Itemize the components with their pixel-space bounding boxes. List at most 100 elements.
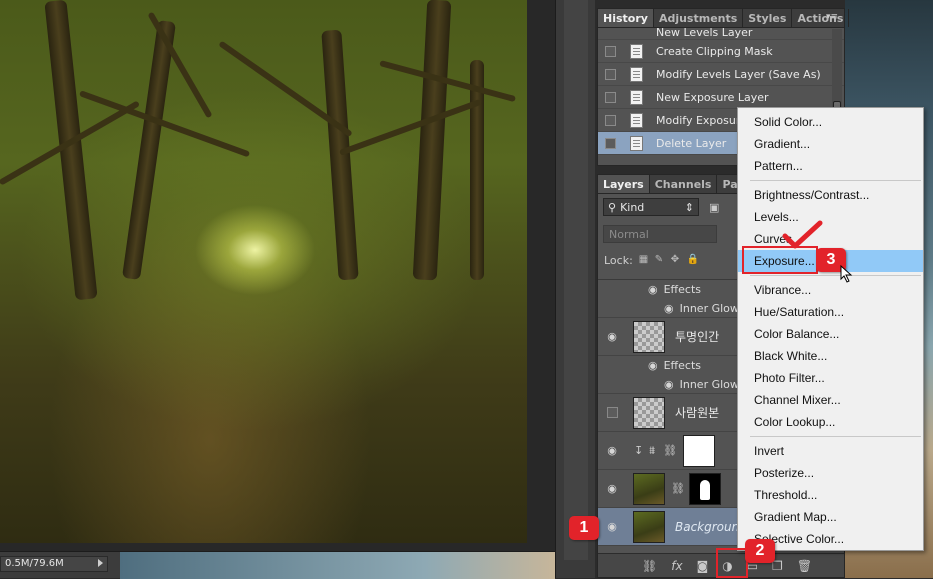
history-item-label: New Levels Layer (656, 28, 753, 39)
menu-item-brightness-contrast[interactable]: Brightness/Contrast... (738, 184, 923, 206)
eye-icon[interactable]: ◉ (602, 482, 622, 495)
layer-name[interactable]: 투명인간 (675, 328, 719, 345)
filter-kind-label: Kind (620, 200, 645, 214)
menu-item-invert[interactable]: Invert (738, 440, 923, 462)
tab-styles[interactable]: Styles (743, 9, 793, 27)
step-badge-2: 2 (745, 539, 775, 563)
layer-thumbnail (633, 320, 665, 353)
search-icon: ⚲ (608, 200, 617, 214)
history-item-label: Delete Layer (656, 136, 727, 150)
layer-thumbnail (633, 396, 665, 429)
history-item-label: New Exposure Layer (656, 90, 769, 104)
add-mask-icon[interactable]: ◙ (697, 559, 709, 573)
history-item[interactable]: Modify Levels Layer (Save As) (598, 63, 844, 86)
effect-label: Inner Glow (679, 377, 739, 391)
trash-icon[interactable]: 🗑 (797, 559, 812, 573)
menu-separator (750, 436, 921, 437)
tab-layers[interactable]: Layers (598, 175, 650, 193)
menu-separator (750, 275, 921, 276)
image-filter-icon[interactable]: ▣ (709, 201, 719, 214)
eye-icon[interactable]: ◉ (648, 359, 658, 372)
blend-mode-select[interactable]: Normal (603, 225, 717, 243)
history-item[interactable]: New Levels Layer (598, 28, 844, 40)
effects-label: Effects (663, 359, 701, 372)
desktop-background (120, 552, 555, 579)
panel-menu-icon[interactable]: ▾≡ (826, 12, 838, 22)
history-state-icon (630, 66, 643, 82)
history-state-icon (630, 89, 643, 105)
panel-dock-strip (555, 0, 595, 578)
menu-item-hue-saturation[interactable]: Hue/Saturation... (738, 301, 923, 323)
lock-transparency-icon[interactable]: ▦ (639, 255, 649, 265)
menu-item-photo-filter[interactable]: Photo Filter... (738, 367, 923, 389)
link-icon[interactable]: ⛓ (671, 482, 685, 495)
checkmark-icon (782, 220, 823, 249)
layer-mask-thumbnail[interactable] (688, 472, 721, 505)
menu-item-posterize[interactable]: Posterize... (738, 462, 923, 484)
menu-item-color-balance[interactable]: Color Balance... (738, 323, 923, 345)
menu-item-black-white[interactable]: Black White... (738, 345, 923, 367)
history-tab-bar: History Adjustments Styles Actions ▾≡ (598, 9, 850, 28)
history-item[interactable]: New Exposure Layer (598, 86, 844, 109)
layer-mask-thumbnail[interactable] (683, 434, 716, 467)
snapshot-checkbox[interactable] (605, 91, 616, 103)
eye-icon[interactable]: ◉ (648, 283, 658, 296)
menu-item-levels[interactable]: Levels... (738, 206, 923, 228)
chevron-updown-icon: ⇕ (684, 200, 694, 214)
menu-item-gradient[interactable]: Gradient... (738, 133, 923, 155)
layer-thumbnail (633, 472, 665, 505)
doc-size-readout[interactable]: 0.5M/79.6M (0, 556, 108, 572)
link-icon[interactable]: ⛓ (663, 444, 677, 457)
mouse-cursor-icon (840, 265, 853, 283)
effects-label: Effects (663, 283, 701, 296)
menu-item-gradient-map[interactable]: Gradient Map... (738, 506, 923, 528)
snapshot-checkbox[interactable] (605, 45, 616, 57)
menu-separator (750, 180, 921, 181)
levels-adjustment-icon: ⩩ (649, 443, 656, 457)
layer-name[interactable]: 사람원본 (675, 404, 719, 421)
menu-item-solid-color[interactable]: Solid Color... (738, 111, 923, 133)
eye-icon[interactable]: ◉ (664, 378, 674, 391)
document-canvas[interactable] (0, 0, 555, 551)
eye-icon[interactable]: ◉ (664, 302, 674, 315)
snapshot-checkbox[interactable] (605, 68, 616, 80)
history-item-label: Modify Levels Layer (Save As) (656, 67, 821, 81)
history-item-label: Create Clipping Mask (656, 44, 773, 58)
status-bar: 0.5M/79.6M (0, 551, 555, 579)
eye-icon[interactable]: ◉ (602, 444, 622, 457)
history-state-icon (630, 43, 643, 59)
clip-arrow-icon: ↧ (634, 444, 644, 457)
menu-item-color-lookup[interactable]: Color Lookup... (738, 411, 923, 433)
eye-icon[interactable]: ◉ (602, 520, 622, 533)
tab-actions[interactable]: Actions (792, 9, 850, 27)
exposure-highlight-box (742, 246, 818, 274)
eye-icon[interactable]: ◉ (602, 330, 622, 343)
menu-item-pattern[interactable]: Pattern... (738, 155, 923, 177)
visibility-toggle[interactable] (606, 407, 618, 418)
fx-icon[interactable]: fx (671, 559, 682, 573)
history-state-icon (630, 112, 643, 128)
menu-item-channel-mixer[interactable]: Channel Mixer... (738, 389, 923, 411)
adjustment-layer-menu: Solid Color... Gradient... Pattern... Br… (737, 107, 924, 551)
snapshot-checkbox[interactable] (605, 137, 616, 149)
menu-item-vibrance[interactable]: Vibrance... (738, 279, 923, 301)
tab-history[interactable]: History (598, 9, 654, 27)
adjustment-button-highlight-box (716, 548, 748, 578)
forest-photo (0, 0, 527, 543)
lock-position-icon[interactable]: ✥ (671, 255, 681, 265)
effect-label: Inner Glow (679, 301, 739, 315)
step-badge-1: 1 (569, 516, 599, 540)
layer-filter-select[interactable]: ⚲ Kind ⇕ (603, 198, 699, 216)
lock-paint-icon[interactable]: ✎ (655, 255, 665, 265)
history-state-icon (630, 135, 643, 151)
snapshot-checkbox[interactable] (605, 114, 616, 126)
status-menu-arrow-icon[interactable] (98, 559, 103, 567)
lock-label: Lock: (604, 253, 633, 267)
layer-thumbnail (633, 510, 665, 543)
history-item[interactable]: Create Clipping Mask (598, 40, 844, 63)
tab-channels[interactable]: Channels (650, 175, 718, 193)
menu-item-threshold[interactable]: Threshold... (738, 484, 923, 506)
link-layers-icon[interactable]: ⛓ (642, 559, 657, 573)
tab-adjustments[interactable]: Adjustments (654, 9, 744, 27)
lock-all-icon[interactable]: 🔒 (687, 255, 699, 265)
